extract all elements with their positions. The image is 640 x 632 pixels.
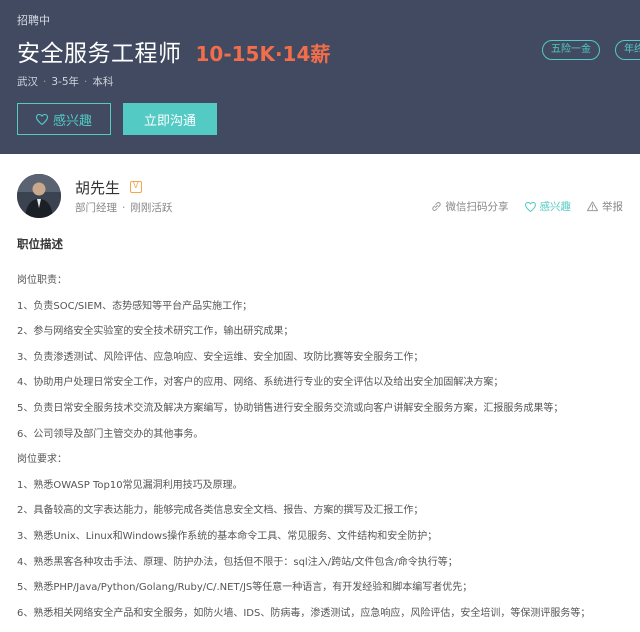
separator-dot: · [122, 202, 126, 214]
chat-now-label: 立即沟通 [143, 113, 196, 129]
report-label: 举报 [602, 201, 623, 213]
job-header: 招聘中 安全服务工程师 10-15K·14薪 武汉 · 3-5年 · 本科 五险一金 年… [0, 0, 640, 154]
recruiter-interest-label: 感兴趣 [539, 201, 572, 213]
recruiter-name: 胡先生 [75, 179, 121, 197]
interest-button-label: 感兴趣 [52, 113, 92, 129]
salary: 10-15K·14薪 [195, 42, 331, 66]
description-line: 4、协助用户处理日常安全工作，对客户的应用、网络、系统进行专业的安全评估以及给出… [17, 377, 504, 389]
education: 本科 [92, 76, 114, 88]
description-line: 3、熟悉Unix、Linux和Windows操作系统的基本命令工具、常见服务、文… [17, 530, 438, 542]
verified-badge-icon [130, 181, 142, 193]
description-line: 2、参与网络安全实验室的安全技术研究工作，输出研究成果； [17, 326, 294, 338]
report-button[interactable]: 举报 [587, 199, 623, 214]
share-wechat-button[interactable]: 微信扫码分享 [431, 199, 509, 214]
recruiter-actions: 微信扫码分享 感兴趣 举报 [415, 199, 623, 214]
description-line: 1、熟悉OWASP Top10常见漏洞利用技巧及原理。 [17, 479, 243, 491]
benefit-tags: 五险一金 年终奖 [542, 40, 640, 60]
section-title-job-description: 职位描述 [17, 237, 63, 251]
description-line: 5、熟悉PHP/Java/Python/Golang/Ruby/C/.NET/J… [17, 582, 473, 594]
experience: 3-5年 [51, 76, 79, 88]
link-icon [431, 202, 441, 211]
job-title: 安全服务工程师 [17, 41, 182, 67]
description-line: 6、熟悉相关网络安全产品和安全服务，如防火墙、IDS、防病毒，渗透测试，应急响应… [17, 607, 591, 619]
job-meta: 武汉 · 3-5年 · 本科 [17, 74, 113, 89]
description-line: 4、熟悉黑客各种攻击手法、原理、防护办法，包括但不限于：sql注入/跨站/文件包… [17, 556, 458, 568]
description-line: 3、负责渗透测试、风险评估、应急响应、安全运维、安全加固、攻防比赛等安全服务工作… [17, 351, 424, 363]
benefit-tag: 五险一金 [542, 40, 600, 60]
recruiter-interest-button[interactable]: 感兴趣 [524, 199, 572, 214]
title-row: 安全服务工程师 10-15K·14薪 [17, 34, 330, 68]
recruiter-activity: 刚刚活跃 [130, 202, 173, 214]
description-line: 1、负责SOC/SIEM、态势感知等平台产品实施工作； [17, 300, 253, 312]
avatar[interactable] [17, 174, 61, 218]
job-description: 岗位职责： 1、负责SOC/SIEM、态势感知等平台产品实施工作； 2、参与网络… [17, 274, 632, 632]
description-line: 6、公司领导及部门主管交办的其他事务。 [17, 428, 204, 440]
description-line: 5、负责日常安全服务技术交流及解决方案编写，协助销售进行安全服务交流或向客户讲解… [17, 402, 564, 414]
job-status: 招聘中 [17, 14, 50, 27]
description-line: 2、具备较高的文字表达能力，能够完成各类信息安全文档、报告、方案的撰写及汇报工作… [17, 505, 424, 517]
interest-button[interactable]: 感兴趣 [17, 103, 111, 135]
warning-icon [587, 201, 598, 212]
separator-dot: · [84, 76, 88, 88]
location: 武汉 [17, 76, 38, 88]
heart-icon [524, 201, 536, 212]
description-line: 岗位职责： [17, 275, 67, 286]
separator-dot: · [43, 76, 47, 88]
benefit-tag: 年终奖 [615, 40, 640, 60]
recruiter-role: 部门经理 · 刚刚活跃 [75, 200, 172, 215]
share-wechat-label: 微信扫码分享 [445, 201, 509, 213]
recruiter-card: 胡先生 部门经理 · 刚刚活跃 微信扫码分享 感兴趣 举报 [17, 174, 623, 224]
avatar-image [17, 174, 61, 218]
heart-icon [35, 113, 48, 125]
description-line: 岗位要求： [17, 454, 67, 466]
recruiter-title: 部门经理 [75, 202, 117, 214]
chat-now-button[interactable]: 立即沟通 [123, 103, 217, 135]
